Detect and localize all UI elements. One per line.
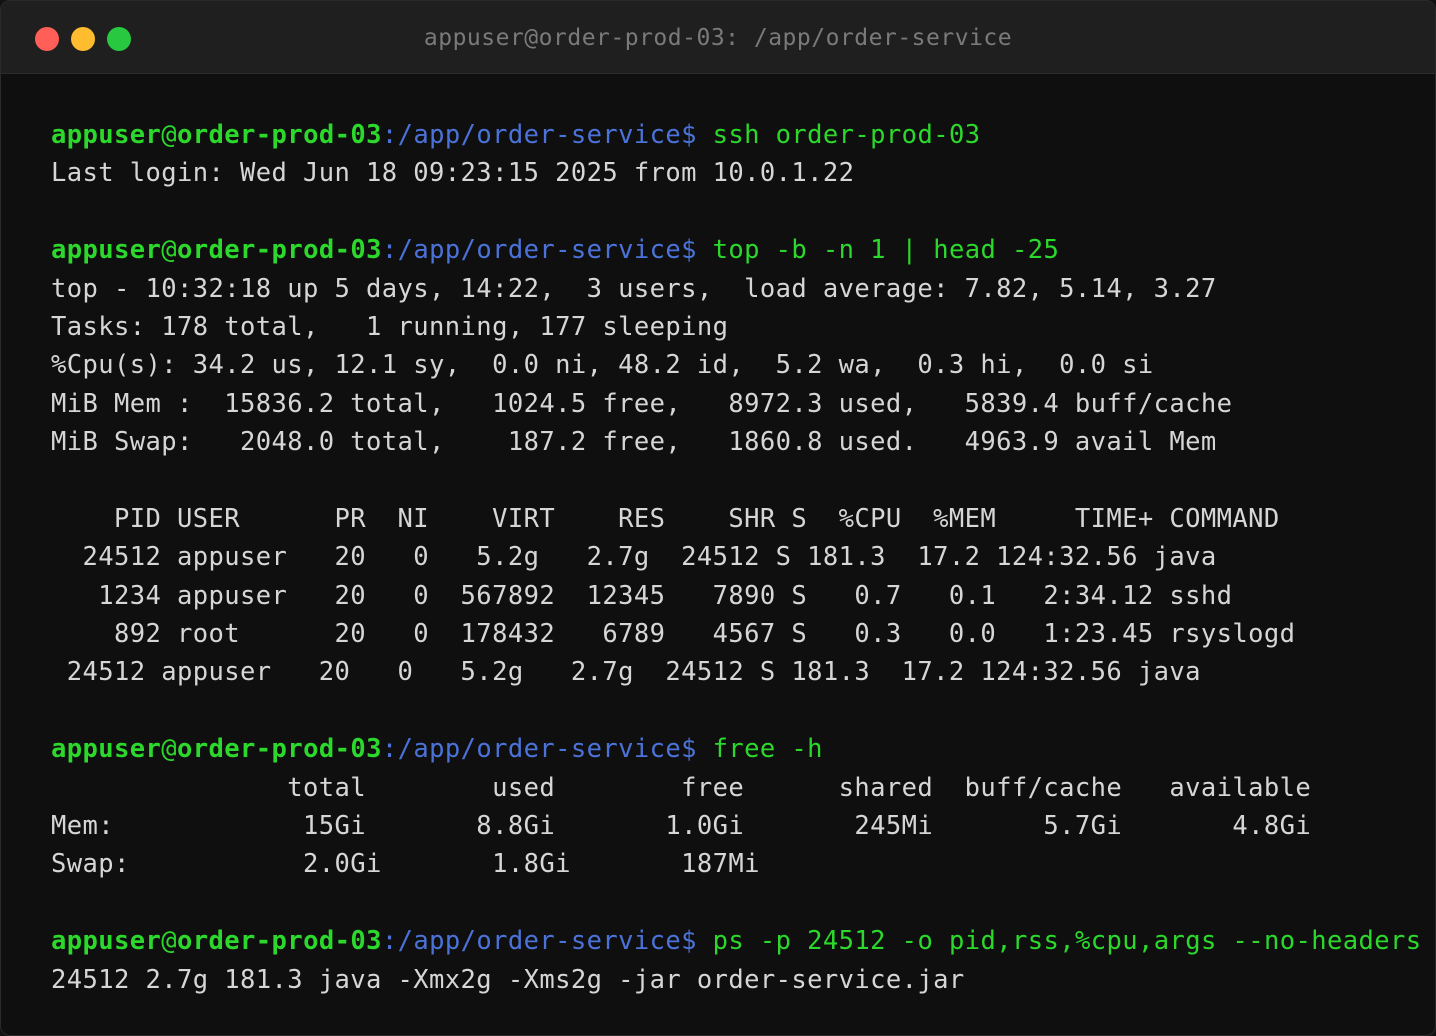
prompt-user: appuser — [51, 926, 162, 957]
output-line: top - 10:32:18 up 5 days, 14:22, 3 users… — [51, 273, 1217, 304]
window-title: appuser@order-prod-03: /app/order-servic… — [423, 25, 1013, 51]
prompt-symbol: $ — [681, 926, 697, 957]
output-line: 1234 appuser 20 0 567892 12345 7890 S 0.… — [51, 580, 1233, 611]
output-line: 892 root 20 0 178432 6789 4567 S 0.3 0.0… — [51, 619, 1296, 650]
prompt-path: /app/order-service — [397, 926, 682, 957]
output-line: Last login: Wed Jun 18 09:23:15 2025 fro… — [51, 158, 855, 189]
command-text: ssh order-prod-03 — [696, 120, 981, 150]
title-bar: appuser@order-prod-03: /app/order-servic… — [1, 1, 1435, 74]
prompt-symbol: $ — [681, 235, 697, 266]
prompt-path: /app/order-service — [397, 120, 682, 150]
prompt-host: order-prod-03 — [177, 235, 382, 266]
prompt-line: appuser@order-prod-03:/app/order-service… — [51, 922, 1435, 960]
prompt-user: appuser — [51, 734, 162, 765]
prompt-symbol: $ — [681, 120, 697, 150]
prompt-path: /app/order-service — [397, 734, 682, 765]
prompt-user: appuser — [51, 235, 162, 266]
prompt-at: @ — [161, 120, 178, 150]
terminal-window: appuser@order-prod-03: /app/order-servic… — [0, 0, 1436, 1036]
prompt-line: appuser@order-prod-03:/app/order-service… — [51, 116, 1435, 154]
output-line: Mem: 15Gi 8.8Gi 1.0Gi 245Mi 5.7Gi 4.8Gi — [51, 811, 1312, 842]
prompt-at: @ — [161, 235, 178, 266]
prompt-host: order-prod-03 — [177, 734, 382, 765]
prompt-at: @ — [161, 734, 178, 765]
command-text: top -b -n 1 | head -25 — [696, 235, 1060, 266]
prompt-symbol: $ — [681, 734, 697, 765]
output-line: 24512 appuser 20 0 5.2g 2.7g 24512 S 181… — [51, 542, 1217, 573]
output-line: %Cpu(s): 34.2 us, 12.1 sy, 0.0 ni, 48.2 … — [51, 350, 1154, 381]
output-line: 24512 2.7g 181.3 java -Xmx2g -Xms2g -jar… — [51, 964, 965, 995]
prompt-separator: : — [381, 235, 398, 266]
prompt-separator: : — [381, 734, 398, 765]
prompt-line: appuser@order-prod-03:/app/order-service… — [51, 730, 1435, 768]
output-line: total used free shared buff/cache availa… — [51, 772, 1312, 803]
prompt-host: order-prod-03 — [177, 120, 382, 150]
output-line: PID USER PR NI VIRT RES SHR S %CPU %MEM … — [51, 503, 1280, 534]
output-line: Swap: 2.0Gi 1.8Gi 187Mi — [51, 849, 760, 880]
command-text: free -h — [696, 734, 823, 765]
prompt-user: appuser — [51, 120, 162, 150]
prompt-separator: : — [381, 120, 398, 150]
output-line: MiB Swap: 2048.0 total, 187.2 free, 1860… — [51, 427, 1217, 458]
terminal-output[interactable]: appuser@order-prod-03:/app/order-service… — [51, 116, 1435, 999]
prompt-separator: : — [381, 926, 398, 957]
prompt-at: @ — [161, 926, 178, 957]
output-line: 24512 appuser 20 0 5.2g 2.7g 24512 S 181… — [51, 657, 1201, 688]
prompt-host: order-prod-03 — [177, 926, 382, 957]
output-line: Tasks: 178 total, 1 running, 177 sleepin… — [51, 311, 729, 342]
output-line: MiB Mem : 15836.2 total, 1024.5 free, 89… — [51, 388, 1233, 419]
command-text: ps -p 24512 -o pid,rss,%cpu,args --no-he… — [696, 926, 1422, 957]
prompt-line: appuser@order-prod-03:/app/order-service… — [51, 231, 1435, 269]
prompt-path: /app/order-service — [397, 235, 682, 266]
